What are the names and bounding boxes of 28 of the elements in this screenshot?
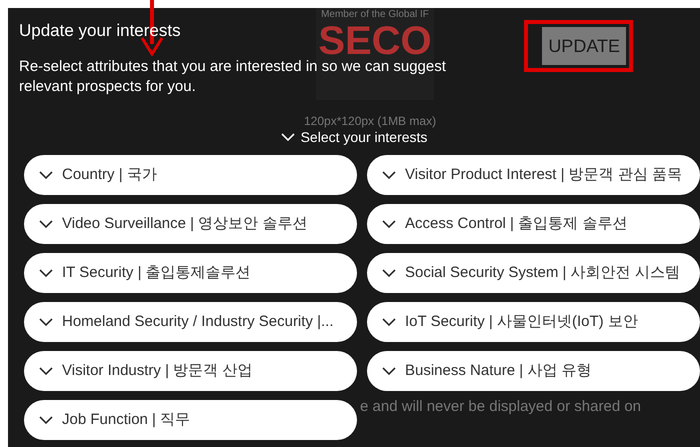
interest-dropdown[interactable]: IoT Security | 사물인터넷(IoT) 보안	[367, 302, 700, 342]
logo-caption: Member of the Global IF	[321, 9, 429, 21]
interest-dropdown[interactable]: Visitor Product Interest | 방문객 관심 품목	[367, 155, 700, 195]
interest-dropdown[interactable]: Visitor Industry | 방문객 산업	[24, 351, 357, 391]
chevron-down-icon	[39, 170, 53, 180]
interest-dropdown[interactable]: IT Security | 출입통제솔루션	[24, 253, 357, 293]
interest-dropdown[interactable]: Video Surveillance | 영상보안 솔루션	[24, 204, 357, 244]
interest-dropdown[interactable]: Country | 국가	[24, 155, 357, 195]
size-hint: 120px*120px (1MB max)	[304, 113, 436, 130]
chevron-down-icon	[39, 220, 53, 228]
section-toggle[interactable]: Select your interests	[280, 127, 428, 148]
interest-dropdown[interactable]: Social Security System | 사회안전 시스템	[367, 253, 700, 293]
interest-dropdown[interactable]: Job Function | 직무	[24, 400, 357, 440]
update-button[interactable]: UPDATE	[542, 27, 626, 65]
chevron-down-icon	[39, 366, 53, 376]
chevron-down-icon	[382, 366, 396, 376]
chevron-down-icon	[39, 416, 53, 424]
interest-dropdown[interactable]: Business Nature | 사업 유형	[367, 351, 700, 391]
chevron-down-icon	[280, 133, 295, 142]
chevron-down-icon	[382, 170, 396, 180]
chevron-down-icon	[39, 268, 53, 278]
chevron-down-icon	[382, 268, 396, 278]
footer-text: e and will never be displayed or shared on	[360, 397, 642, 417]
interest-dropdown[interactable]: Access Control | 출입통제 솔루션	[367, 204, 700, 244]
chevron-down-icon	[39, 318, 53, 326]
chevron-down-icon	[382, 220, 396, 228]
chevron-down-icon	[382, 318, 396, 326]
interest-dropdown[interactable]: Homeland Security / Industry Security |...	[24, 302, 357, 342]
